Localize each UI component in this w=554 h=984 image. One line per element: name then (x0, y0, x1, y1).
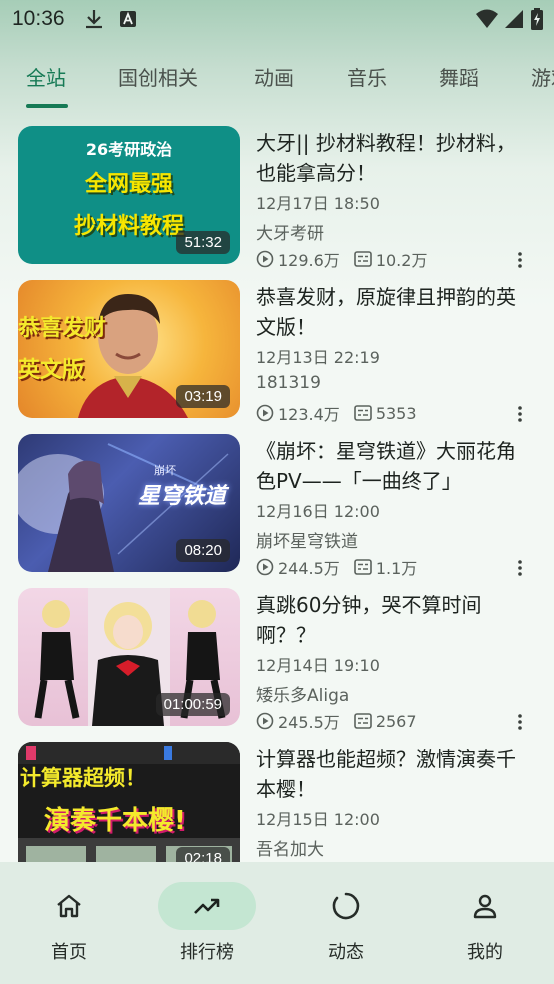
danmaku-count: 2567 (375, 711, 417, 731)
video-item[interactable]: 26考研政治 全网最强 抄材料教程 51:32 大牙|| 抄材料教程！抄材料，也… (0, 126, 554, 270)
video-thumbnail[interactable]: 崩坏 星穹铁道 08:20 (18, 434, 240, 572)
play-count-icon (256, 250, 274, 268)
view-count: 245.5万 (278, 713, 340, 732)
video-title[interactable]: 恭喜发财，原旋律且押韵的英文版！ (256, 282, 528, 342)
video-stats: 129.6万 10.2万 (256, 248, 528, 270)
nav-label: 首页 (51, 942, 87, 963)
video-stats: 123.4万 5353 (256, 402, 528, 424)
tab-music[interactable]: 音乐 (347, 62, 387, 91)
video-stats: 245.5万 2567 (256, 710, 528, 732)
video-thumbnail[interactable]: 26考研政治 全网最强 抄材料教程 51:32 (18, 126, 240, 264)
thumbnail-caption: 演奏千本樱! (44, 806, 186, 836)
nav-label: 动态 (328, 942, 364, 963)
signal-icon (505, 10, 523, 28)
thumbnail-caption: 全网最强 (84, 172, 173, 197)
video-item[interactable]: 计算器超频！ 演奏千本樱! 02:18 计算器也能超频？激情演奏千本樱！ 12月… (0, 742, 554, 862)
video-date: 12月15日 12:00 (256, 810, 380, 829)
category-tabs: 全站 国创相关 动画 音乐 舞蹈 游戏 (0, 52, 554, 108)
danmaku-icon (354, 713, 372, 729)
danmaku-count: 5353 (375, 403, 417, 423)
danmaku-count: 1.1万 (375, 559, 418, 578)
home-icon (57, 894, 81, 918)
video-duration: 03:19 (176, 385, 230, 408)
video-title[interactable]: 计算器也能超频？激情演奏千本樱！ (256, 744, 528, 804)
video-author[interactable]: 矮乐多Aliga (256, 681, 349, 706)
video-duration: 01:00:59 (155, 693, 230, 716)
video-item[interactable]: 01:00:59 真跳60分钟，哭不算时间啊？？ 12月14日 19:10 矮乐… (0, 588, 554, 732)
video-title[interactable]: 真跳60分钟，哭不算时间啊？？ (256, 590, 528, 650)
video-author[interactable]: 崩坏星穹铁道 (256, 527, 358, 552)
bottom-navigation: 首页 排行榜 动态 我的 (0, 862, 554, 984)
video-list: 26考研政治 全网最强 抄材料教程 51:32 大牙|| 抄材料教程！抄材料，也… (0, 126, 554, 862)
status-time: 10:36 (12, 7, 65, 30)
battery-charging-icon (531, 8, 543, 30)
wifi-icon (476, 9, 498, 28)
video-item[interactable]: 崩坏 星穹铁道 08:20 《崩坏：星穹铁道》大丽花角色PV——「一曲终了」 1… (0, 434, 554, 578)
nav-dynamic[interactable]: 动态 (277, 862, 415, 984)
video-item[interactable]: 恭喜发财 英文版 03:19 恭喜发财，原旋律且押韵的英文版！ 12月13日 2… (0, 280, 554, 424)
video-thumbnail[interactable]: 计算器超频！ 演奏千本樱! 02:18 (18, 742, 240, 862)
more-vert-icon[interactable] (512, 713, 528, 731)
video-author[interactable]: 吾名加大 (256, 835, 324, 860)
person-icon (473, 894, 497, 919)
video-title[interactable]: 大牙|| 抄材料教程！抄材料，也能拿高分！ (256, 128, 528, 188)
tab-indicator (26, 104, 68, 108)
video-author[interactable]: 大牙考研 (256, 219, 324, 244)
video-author[interactable]: 181319 (256, 373, 321, 393)
download-icon (85, 10, 102, 29)
video-duration: 02:18 (176, 847, 230, 862)
dynamic-circle-icon (332, 892, 360, 920)
video-title[interactable]: 《崩坏：星穹铁道》大丽花角色PV——「一曲终了」 (256, 436, 528, 496)
thumbnail-caption: 星穹铁道 (138, 484, 227, 509)
nav-home[interactable]: 首页 (0, 862, 138, 984)
video-thumbnail[interactable]: 01:00:59 (18, 588, 240, 726)
view-count: 123.4万 (278, 405, 340, 424)
app-a-icon (119, 11, 136, 27)
video-date: 12月16日 12:00 (256, 502, 380, 521)
play-count-icon (256, 404, 274, 422)
view-count: 129.6万 (278, 251, 340, 270)
danmaku-icon (354, 251, 372, 267)
tab-game[interactable]: 游戏 (531, 62, 554, 91)
video-thumbnail[interactable]: 恭喜发财 英文版 03:19 (18, 280, 240, 418)
nav-label: 我的 (467, 942, 503, 963)
thumbnail-caption: 恭喜发财 (18, 316, 107, 341)
more-vert-icon[interactable] (512, 559, 528, 577)
view-count: 244.5万 (278, 559, 340, 578)
danmaku-icon (354, 405, 372, 421)
thumbnail-caption: 计算器超频！ (20, 766, 146, 790)
tab-dance[interactable]: 舞蹈 (439, 62, 479, 91)
tab-all[interactable]: 全站 (26, 62, 66, 91)
thumbnail-caption: 英文版 (18, 358, 85, 383)
video-date: 12月14日 19:10 (256, 656, 380, 675)
tab-animation[interactable]: 动画 (254, 62, 294, 91)
more-vert-icon[interactable] (512, 405, 528, 423)
more-vert-icon[interactable] (512, 251, 528, 269)
status-bar: 10:36 (0, 0, 554, 38)
danmaku-count: 10.2万 (375, 251, 428, 270)
tab-guochuang[interactable]: 国创相关 (118, 62, 198, 91)
nav-ranking[interactable]: 排行榜 (138, 862, 276, 984)
video-stats: 244.5万 1.1万 (256, 556, 528, 578)
play-count-icon (256, 712, 274, 730)
video-duration: 08:20 (176, 539, 230, 562)
thumbnail-caption: 26考研政治 (85, 140, 173, 159)
video-date: 12月13日 22:19 (256, 348, 380, 367)
nav-label: 排行榜 (180, 942, 234, 963)
thumbnail-caption: 崩坏 (154, 464, 176, 477)
video-date: 12月17日 18:50 (256, 194, 380, 213)
danmaku-icon (354, 559, 372, 575)
video-duration: 51:32 (176, 231, 230, 254)
play-count-icon (256, 558, 274, 576)
trending-up-icon (194, 898, 220, 914)
nav-profile[interactable]: 我的 (416, 862, 554, 984)
